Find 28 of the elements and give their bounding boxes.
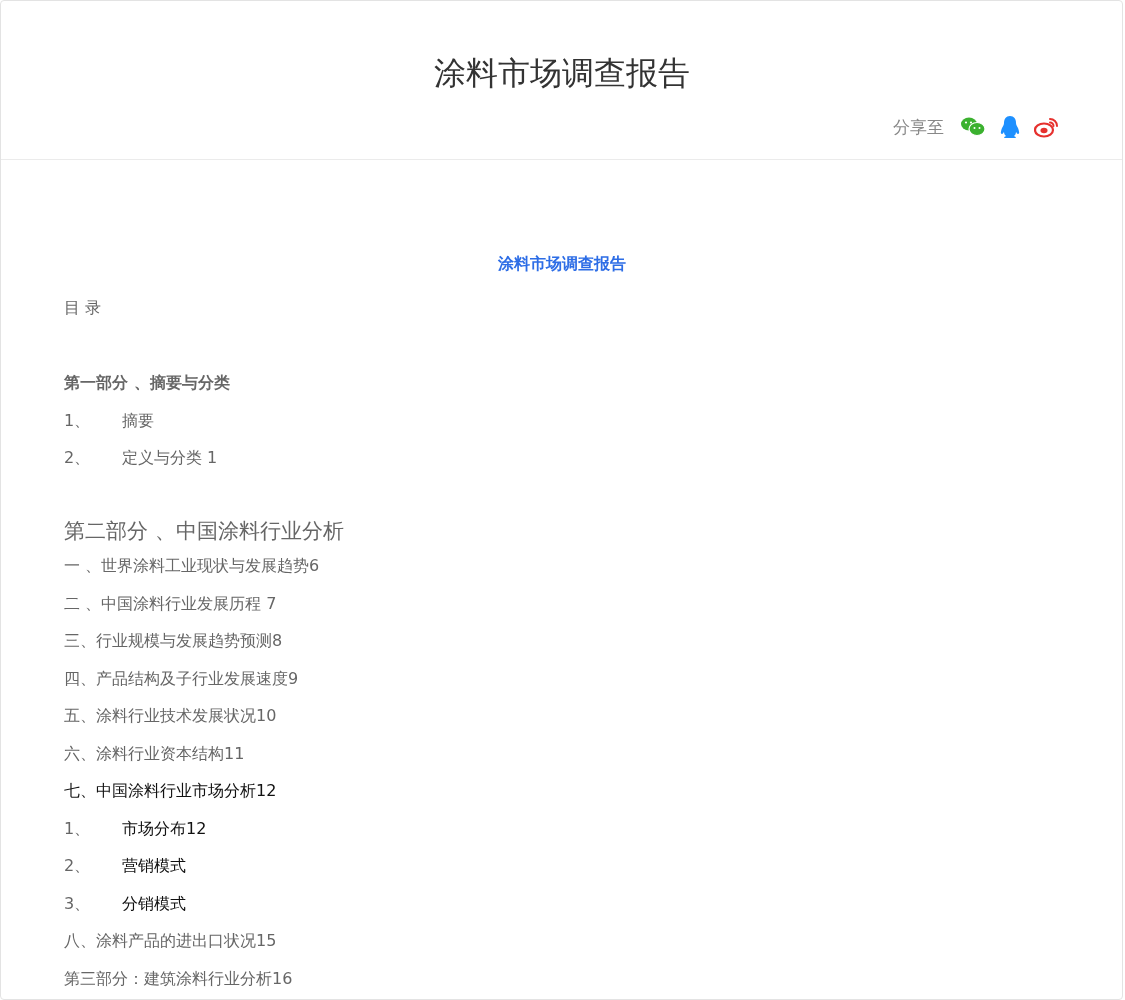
toc-entry: 八、涂料产品的进出口状况15 — [64, 930, 278, 952]
article-title: 涂料市场调查报告 — [433, 53, 690, 93]
toc-entry: 七、中国涂料行业市场分析12 — [64, 780, 278, 802]
item-number: 2、 — [64, 447, 92, 469]
item-number: 1、 — [64, 409, 92, 432]
section-heading: 第二部分 、中国涂料行业分析 — [64, 518, 345, 545]
toc-entry: 营销模式 — [122, 855, 186, 877]
toc-entry: 摘要 — [122, 409, 154, 432]
weibo-icon[interactable] — [1034, 116, 1060, 138]
toc-entry: 四、产品结构及子行业发展速度9 — [64, 667, 300, 690]
chat-bubbles-icon[interactable] — [960, 116, 986, 138]
toc-entry: 五、涂料行业技术发展状况10 — [64, 705, 278, 727]
section-heading: 第一部分 、摘要与分类 — [64, 372, 231, 394]
toc-heading: 目 录 — [64, 297, 103, 319]
item-number: 3、 — [64, 892, 92, 915]
toc-entry: 市场分布12 — [122, 817, 207, 840]
share-label: 分享至 — [893, 115, 944, 139]
toc-entry: 第三部分：建筑涂料行业分析16 — [64, 967, 294, 990]
toc-entry: 一 、世界涂料工业现状与发展趋势6 — [64, 555, 321, 577]
toc-entry: 定义与分类 1 — [122, 447, 218, 469]
toc-entry: 六、涂料行业资本结构11 — [64, 742, 246, 765]
item-number: 1、 — [64, 817, 92, 840]
item-number: 2、 — [64, 855, 92, 877]
document-title: 涂料市场调查报告 — [496, 253, 627, 275]
toc-entry: 二 、中国涂料行业发展历程 7 — [64, 592, 278, 615]
penguin-icon[interactable] — [1000, 115, 1020, 139]
toc-entry: 三、行业规模与发展趋势预测8 — [64, 630, 284, 652]
toc-entry: 分销模式 — [122, 892, 186, 915]
